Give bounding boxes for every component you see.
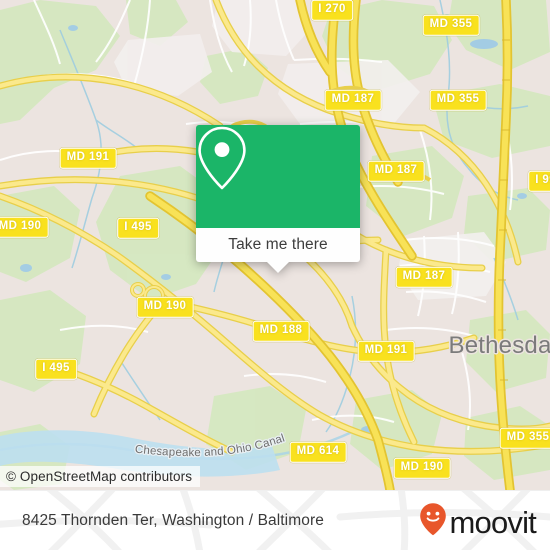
shield-md-190-a[interactable]: MD 190 <box>0 216 49 238</box>
footer-bar: 8425 Thornden Ter, Washington / Baltimor… <box>0 490 550 550</box>
shield-md-355-b[interactable]: MD 355 <box>429 89 487 111</box>
take-me-there-label: Take me there <box>228 236 328 253</box>
shield-md-187-a[interactable]: MD 187 <box>324 89 382 111</box>
shield-md-614[interactable]: MD 614 <box>289 441 347 463</box>
shield-md-191-b[interactable]: MD 191 <box>357 340 415 362</box>
shield-md-190-b[interactable]: MD 190 <box>136 296 194 318</box>
shield-md-191-a[interactable]: MD 191 <box>59 147 117 169</box>
shield-md-355-c[interactable]: MD 355 <box>499 427 550 449</box>
popup-pointer <box>267 262 289 273</box>
map-screenshot: Chesapeake and Ohio Canal Bethesda I 270… <box>0 0 550 550</box>
shield-i-495-b[interactable]: I 495 <box>35 358 77 380</box>
address-label: 8425 Thornden Ter, Washington / Baltimor… <box>22 512 324 529</box>
shield-md-187-b[interactable]: MD 187 <box>367 160 425 182</box>
place-label-bethesda: Bethesda <box>448 332 550 359</box>
moovit-wordmark: moovit <box>449 504 536 540</box>
shield-md-355-a[interactable]: MD 355 <box>422 14 480 36</box>
take-me-there-button[interactable]: Take me there <box>196 228 360 273</box>
moovit-logo[interactable]: moovit <box>419 502 537 541</box>
shield-i-495-a[interactable]: I 495 <box>117 217 159 239</box>
shield-md-188[interactable]: MD 188 <box>252 320 310 342</box>
moovit-smiley-pin-icon <box>419 502 447 541</box>
shield-i-270[interactable]: I 270 <box>311 0 353 21</box>
shield-md-187-c[interactable]: MD 187 <box>395 266 453 288</box>
shield-interstate-clipped[interactable]: I 999 <box>528 170 550 192</box>
osm-attribution[interactable]: © OpenStreetMap contributors <box>0 466 201 487</box>
location-popup-card[interactable]: Take me there <box>196 125 360 273</box>
shield-md-190-c[interactable]: MD 190 <box>393 457 451 479</box>
popup-hero <box>196 125 360 228</box>
map-canvas[interactable]: Chesapeake and Ohio Canal Bethesda I 270… <box>0 0 550 490</box>
